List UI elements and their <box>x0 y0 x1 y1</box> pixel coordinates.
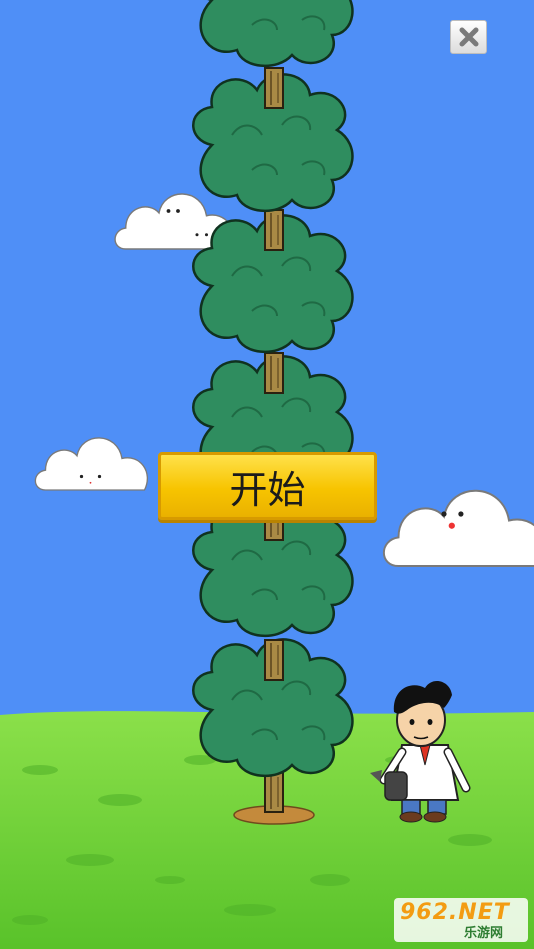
start-button[interactable]: 开始 <box>158 452 377 520</box>
close-icon <box>459 27 478 47</box>
site-watermark: 962.NET 乐游网 <box>394 898 528 942</box>
game-scene: 开始 962.NET 乐游网 <box>0 0 534 949</box>
start-button-label: 开始 <box>229 467 306 512</box>
tree-tower <box>192 0 354 825</box>
watermark-site: 乐游网 <box>464 926 504 941</box>
close-button[interactable] <box>450 20 487 54</box>
